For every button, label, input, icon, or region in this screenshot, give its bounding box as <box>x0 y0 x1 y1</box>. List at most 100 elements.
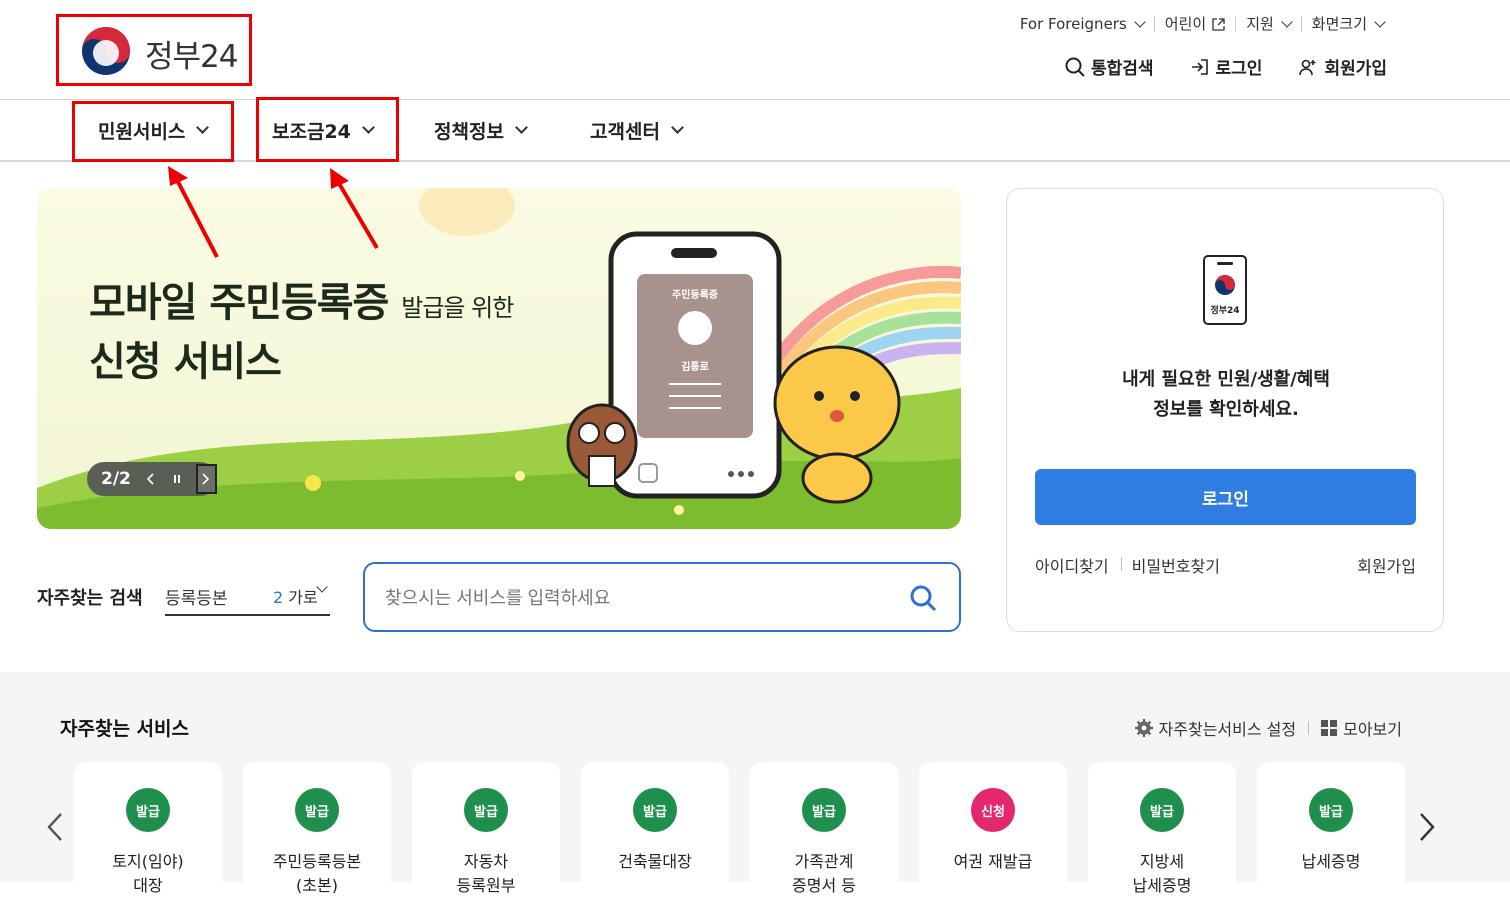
service-card[interactable]: 발급 지방세 납세증명 <box>1088 762 1236 902</box>
util-screen-size[interactable]: 화면크기 <box>1300 15 1394 33</box>
phone-notch <box>1217 262 1233 265</box>
signup-label: 회원가입 <box>1324 59 1387 79</box>
util-foreigners-label: For Foreigners <box>1019 15 1127 33</box>
utility-links: For Foreigners 어린이 지원 화면크기 <box>1010 15 1394 33</box>
banner-pause-button[interactable] <box>168 465 185 493</box>
frequent-search-count-num: 2 <box>273 588 284 607</box>
login-message: 내게 필요한 민원/생활/혜택 정보를 확인하세요. <box>1007 365 1445 425</box>
nav-customer-center[interactable]: 고객센터 <box>590 100 684 160</box>
banner-card-name: 김통로 <box>681 362 709 373</box>
search-box <box>363 562 961 632</box>
arrowhead-civil-service <box>168 166 188 186</box>
service-card[interactable]: 발급토지(임야) 대장 <box>74 762 222 902</box>
banner-card-label: 주민등록증 <box>672 290 718 301</box>
banner-pager: 2/2 <box>87 462 217 496</box>
login-label: 로그인 <box>1215 59 1263 79</box>
chevron-down-icon <box>1281 15 1293 28</box>
chevron-left-icon <box>146 473 154 485</box>
divider <box>1120 557 1122 571</box>
arrowhead-subsidy24 <box>330 168 349 189</box>
banner-next-button[interactable] <box>195 464 217 494</box>
service-badge: 발급 <box>633 788 677 832</box>
service-badge: 발급 <box>1309 788 1353 832</box>
taegeuk-logo-icon <box>82 27 130 75</box>
highlight-box-civil-service <box>72 101 234 162</box>
nav-policy-info[interactable]: 정책정보 <box>434 100 528 160</box>
services-settings-button[interactable]: 자주찾는서비스 설정 <box>1134 716 1296 740</box>
login-card: 정부24 내게 필요한 민원/생활/혜택 정보를 확인하세요. 로그인 아이디찾… <box>1006 188 1444 632</box>
frequent-services-title: 자주찾는 서비스 <box>60 718 189 740</box>
chevron-down-icon <box>1374 15 1386 28</box>
util-kids[interactable]: 어린이 <box>1153 15 1235 33</box>
banner-prev-button[interactable] <box>141 465 158 493</box>
signup-card-link[interactable]: 회원가입 <box>1357 553 1416 577</box>
search-icon[interactable] <box>909 584 937 612</box>
login-button[interactable]: 로그인 <box>1035 469 1416 525</box>
service-name: 토지(임야) <box>112 852 184 871</box>
pause-icon <box>173 475 180 483</box>
service-name: 자동차 <box>463 852 509 871</box>
chevron-right-icon <box>202 473 210 485</box>
service-card[interactable]: 발급건축물대장 <box>581 762 729 902</box>
external-link-icon <box>1212 17 1225 31</box>
login-links: 아이디찾기 비밀번호찾기 회원가입 <box>1035 553 1416 577</box>
frequent-search-term-text: 등록등본 <box>165 589 228 609</box>
service-card[interactable]: 신청여권 재발급 <box>919 762 1067 902</box>
service-card[interactable]: 발급 납세증명 <box>1257 762 1405 902</box>
chevron-down-icon <box>1134 15 1146 28</box>
frequent-search-label: 자주찾는 검색 <box>37 588 143 609</box>
integrated-search-label: 통합검색 <box>1090 59 1154 79</box>
grid-icon <box>1321 720 1338 736</box>
frequent-search-count-rest: 가로 <box>288 588 318 607</box>
banner-title-line1: 모바일 주민등록증 <box>89 280 389 326</box>
service-badge: 발급 <box>126 788 170 832</box>
view-all-button[interactable]: 모아보기 <box>1321 716 1402 740</box>
nav-policy-info-label: 정책정보 <box>434 120 504 143</box>
util-screen-size-label: 화면크기 <box>1311 15 1367 33</box>
service-name-line2: 대장 <box>133 876 163 895</box>
banner-title-small: 발급을 위한 <box>401 294 514 322</box>
util-kids-label: 어린이 <box>1164 15 1207 33</box>
util-support-label: 지원 <box>1246 15 1274 33</box>
service-name: 건축물대장 <box>618 852 692 871</box>
user-add-icon <box>1299 59 1316 75</box>
search-input[interactable] <box>385 582 885 614</box>
main-banner[interactable]: 모바일 주민등록증 발급을 위한 신청 서비스 주민등록증 김통로 2/2 <box>37 188 961 529</box>
service-badge: 발급 <box>464 788 508 832</box>
search-icon <box>1065 57 1085 77</box>
chevron-down-icon <box>671 121 684 134</box>
service-badge: 발급 <box>802 788 846 832</box>
logo-link[interactable]: 정부24 <box>56 14 252 86</box>
service-name: 주민등록등본 <box>272 852 362 871</box>
frequent-services-tools: 자주찾는서비스 설정 모아보기 <box>1134 716 1402 740</box>
banner-title-line2: 신청 서비스 <box>89 339 282 385</box>
service-name: 여권 재발급 <box>953 852 1033 871</box>
frequent-services-section: 자주찾는 서비스 자주찾는서비스 설정 모아보기 발급토지(임야) 대장 발급주민등… <box>0 672 1510 902</box>
frequent-search-term[interactable]: 등록등본 2 가로 <box>165 581 330 616</box>
frequent-search-count: 2 가로 <box>273 584 318 608</box>
service-card[interactable]: 발급 자동차 등록원부 <box>412 762 560 902</box>
login-link[interactable]: 로그인 <box>1190 54 1263 79</box>
service-card[interactable]: 발급 가족관계 증명서 등 <box>750 762 898 902</box>
find-id-link[interactable]: 아이디찾기 <box>1035 553 1109 577</box>
find-password-link[interactable]: 비밀번호찾기 <box>1132 553 1220 577</box>
chevron-left-icon[interactable] <box>46 812 64 842</box>
integrated-search-button[interactable]: 통합검색 <box>1065 54 1154 79</box>
service-badge: 발급 <box>295 788 339 832</box>
service-card[interactable]: 발급 주민등록등본 (초본) <box>243 762 391 902</box>
util-foreigners[interactable]: For Foreigners <box>1010 15 1154 33</box>
chevron-right-icon[interactable] <box>1418 812 1436 842</box>
util-support[interactable]: 지원 <box>1235 15 1301 33</box>
search-row: 자주찾는 검색 등록등본 2 가로 <box>37 562 961 632</box>
nav-customer-center-label: 고객센터 <box>590 120 660 143</box>
login-message-line1: 내게 필요한 민원/생활/혜택 <box>1122 369 1330 390</box>
service-name: 지방세 <box>1139 852 1185 871</box>
chevron-down-icon <box>515 121 528 134</box>
service-name-line2: 증명서 등 <box>792 876 856 895</box>
divider <box>1308 721 1310 735</box>
chevron-down-icon[interactable] <box>316 581 328 593</box>
service-badge: 신청 <box>971 788 1015 832</box>
service-badge: 발급 <box>1140 788 1184 832</box>
signup-link[interactable]: 회원가입 <box>1298 54 1387 79</box>
banner-page-indicator: 2/2 <box>101 469 131 489</box>
